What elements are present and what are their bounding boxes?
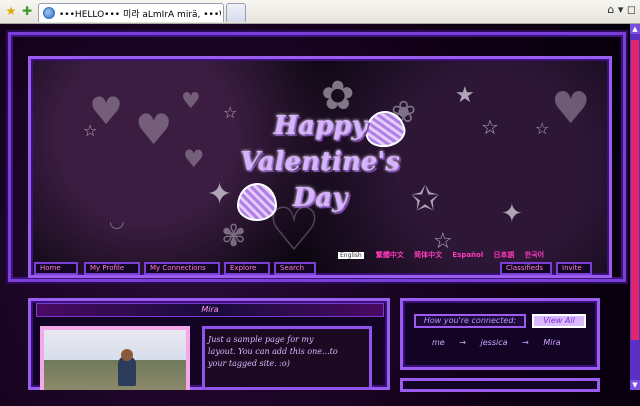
star-icon: ☆ [223, 103, 238, 122]
browser-tab-bar: ★ ✚ •••HELLO••• 미라 aLmIrA mirä, •••Welco… [0, 0, 640, 24]
banner-title-line1: Happy [273, 111, 367, 141]
nav-classifieds[interactable]: Classifieds [500, 262, 552, 275]
banner-title-line3: Day [292, 183, 348, 213]
nav-invite[interactable]: Invite [556, 262, 592, 275]
language-spanish[interactable]: Español [452, 251, 483, 259]
photo-landscape [44, 360, 186, 390]
nav-home[interactable]: Home [34, 262, 78, 275]
nav-my-connections[interactable]: My Connections [144, 262, 220, 275]
language-traditional-chinese[interactable]: 繁體中文 [376, 251, 404, 259]
sparkle-icon: ✦ [207, 177, 233, 212]
language-japanese[interactable]: 日本語 [493, 251, 514, 259]
connection-from[interactable]: me [432, 338, 445, 347]
profile-name-header: Mira [36, 303, 384, 317]
connections-label: How you're connected: [414, 314, 526, 328]
tab-title: •••HELLO••• 미라 aLmIrA mirä, •••Welcome..… [59, 10, 221, 20]
sparkle-icon: ✦ [501, 199, 523, 229]
nav-my-profile[interactable]: My Profile [84, 262, 140, 275]
heart-icon: ♥ [183, 145, 205, 173]
arrow-icon: → [522, 338, 529, 347]
photo-person-head [121, 349, 133, 361]
new-tab-button[interactable] [226, 3, 246, 22]
language-bar: English 繁體中文 简体中文 Español 日本語 한국어 [338, 250, 552, 260]
connection-path: me → jessica → Mira [410, 336, 590, 350]
heart-icon: ♥ [135, 105, 173, 154]
banner-title-line2: Valentine's [240, 147, 400, 177]
connection-to[interactable]: Mira [543, 338, 560, 347]
star-icon: ★ [455, 83, 475, 108]
home-icon[interactable]: ⌂ ▾ ◻ [607, 3, 636, 16]
flower-icon: ✾ [221, 219, 247, 254]
star-icon: ☆ [481, 115, 499, 139]
language-english[interactable]: English [338, 252, 364, 259]
language-simplified-chinese[interactable]: 简体中文 [414, 251, 442, 259]
browser-tab-active[interactable]: •••HELLO••• 미라 aLmIrA mirä, •••Welcome..… [38, 3, 224, 22]
scroll-down-icon[interactable]: ▼ [630, 380, 640, 390]
star-icon[interactable]: ★ [4, 4, 18, 18]
nav-explore[interactable]: Explore [224, 262, 270, 275]
scrollbar-thumb[interactable] [631, 40, 639, 340]
heart-icon: ♥ [551, 83, 591, 134]
intro-text: Just a sample page for my layout. You ca… [208, 335, 338, 368]
connections-panel [400, 298, 600, 370]
secondary-panel [400, 378, 600, 392]
star-icon: ✩ [411, 179, 440, 219]
nav-search[interactable]: Search [274, 262, 316, 275]
scroll-up-icon[interactable]: ▲ [630, 24, 640, 34]
banner-title: Happy Valentine's Day [240, 108, 400, 216]
page-favicon-icon [43, 7, 55, 19]
heart-icon: ♥ [181, 89, 201, 114]
connection-via[interactable]: jessica [481, 338, 508, 347]
lips-icon: ◡ [109, 211, 125, 232]
language-korean[interactable]: 한국어 [525, 251, 544, 259]
arrow-icon: → [459, 338, 466, 347]
star-icon: ☆ [535, 119, 550, 138]
view-all-button[interactable]: View All [532, 314, 586, 328]
star-icon: ☆ [83, 121, 98, 140]
add-favorites-icon[interactable]: ✚ [20, 4, 34, 18]
